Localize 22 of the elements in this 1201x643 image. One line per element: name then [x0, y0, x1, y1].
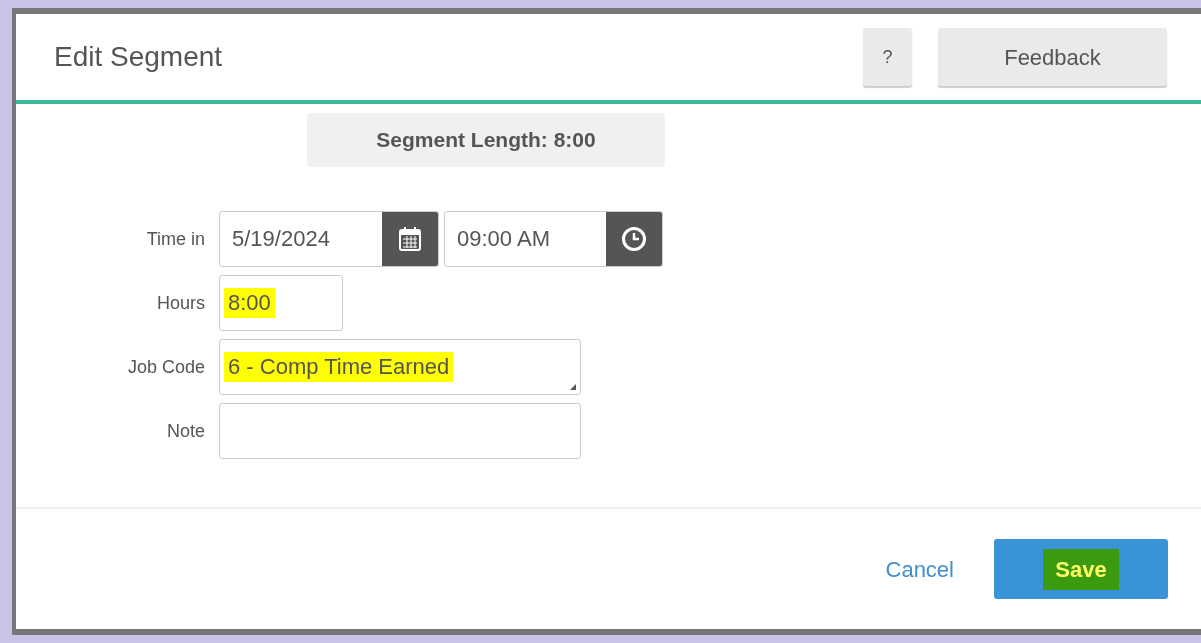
- date-value: 5/19/2024: [231, 225, 331, 253]
- resize-handle-icon: [570, 384, 576, 390]
- calendar-button[interactable]: [382, 212, 438, 266]
- calendar-icon: [398, 226, 422, 252]
- clock-button[interactable]: [606, 212, 662, 266]
- field-label: Hours: [156, 291, 206, 315]
- clock-icon: [621, 226, 647, 252]
- field-label: Time in: [145, 227, 206, 251]
- field-label: Note: [165, 419, 206, 443]
- date-field[interactable]: 5/19/2024: [219, 211, 439, 267]
- text-field[interactable]: [219, 403, 581, 459]
- field-label: Job Code: [126, 355, 206, 379]
- job-code-select[interactable]: 6 - Comp Time Earned: [219, 339, 581, 395]
- time-field[interactable]: 09:00 AM: [444, 211, 663, 267]
- dialog-title: Edit Segment: [54, 40, 224, 74]
- time-value: 09:00 AM: [456, 225, 551, 253]
- segment-length-label: Segment Length: 8:00: [307, 113, 665, 167]
- select-value: 6 - Comp Time Earned: [224, 352, 454, 382]
- field-value: 8:00: [224, 288, 275, 318]
- help-button[interactable]: ?: [863, 28, 912, 86]
- text-field[interactable]: 8:00: [219, 275, 343, 331]
- feedback-button[interactable]: Feedback: [938, 28, 1167, 86]
